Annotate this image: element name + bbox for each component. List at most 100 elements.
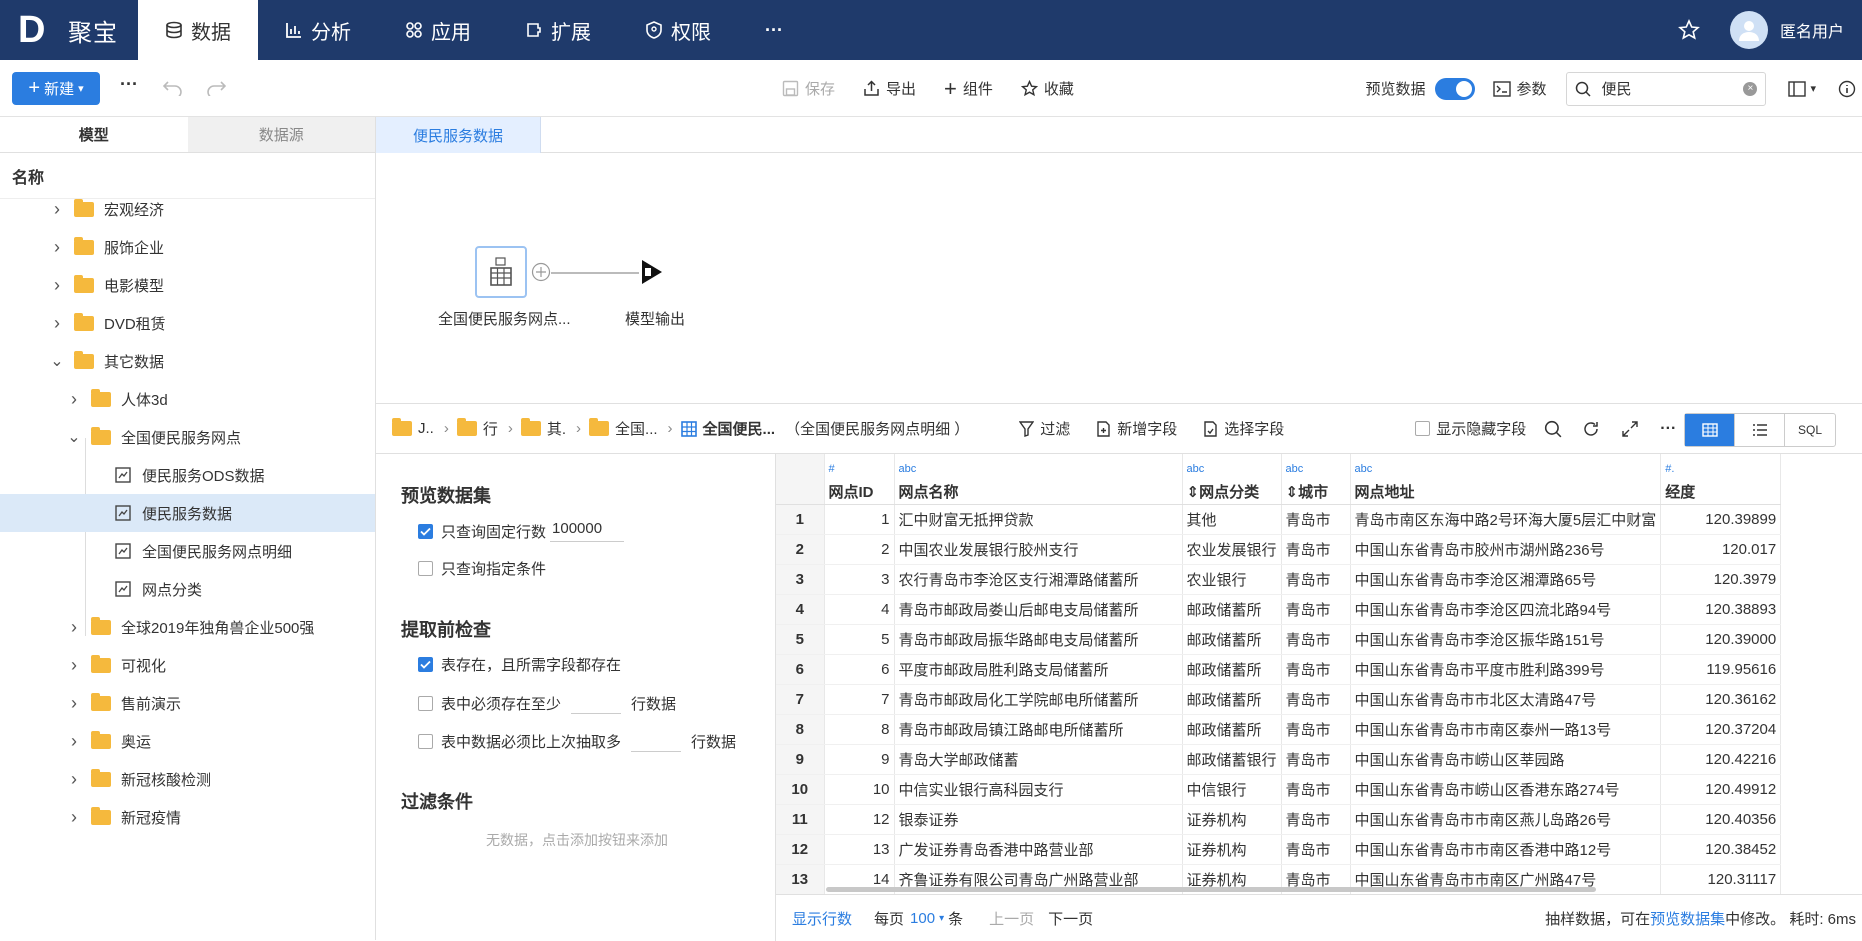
chevron-right-icon[interactable]: › xyxy=(67,655,81,675)
table-cell[interactable]: 青岛市邮政局镇江路邮电所储蓄所 xyxy=(894,714,1183,745)
table-cell[interactable]: 邮政储蓄所 xyxy=(1182,714,1282,745)
table-cell[interactable]: 青岛市 xyxy=(1281,774,1351,805)
more-actions-icon[interactable]: ··· xyxy=(120,74,138,95)
tree-node[interactable]: 网点分类 xyxy=(0,570,375,608)
table-cell[interactable]: 120.3979 xyxy=(1660,564,1782,595)
table-cell[interactable]: 7 xyxy=(824,684,895,715)
table-cell[interactable]: 8 xyxy=(824,714,895,745)
table-cell[interactable]: 12 xyxy=(824,804,895,835)
table-cell[interactable]: 青岛大学邮政储蓄 xyxy=(894,744,1183,775)
source-node[interactable] xyxy=(475,246,527,298)
table-cell[interactable]: 青岛市 xyxy=(1281,744,1351,775)
chevron-right-icon[interactable]: › xyxy=(67,389,81,409)
chevron-right-icon[interactable]: › xyxy=(67,807,81,827)
table-cell[interactable]: 120.39000 xyxy=(1660,624,1782,655)
table-cell[interactable]: 农业发展银行 xyxy=(1182,534,1282,565)
table-cell[interactable]: 青岛市邮政局娄山后邮电支局储蓄所 xyxy=(894,594,1183,625)
table-row[interactable]: 9 9 青岛大学邮政储蓄 邮政储蓄银行 青岛市 中国山东省青岛市崂山区莘园路 120.422… xyxy=(776,744,1782,775)
column-header[interactable]: # 网点ID xyxy=(824,454,895,505)
tree-node[interactable]: › 全球2019年独角兽企业500强 xyxy=(0,608,375,646)
table-cell[interactable]: 青岛市邮政局化工学院邮电所储蓄所 xyxy=(894,684,1183,715)
sort-icon[interactable]: ⇕ xyxy=(1286,484,1299,501)
table-cell[interactable]: 邮政储蓄所 xyxy=(1182,624,1282,655)
expand-icon[interactable] xyxy=(1622,420,1638,437)
grid-view-button[interactable] xyxy=(1685,414,1735,446)
info-icon[interactable] xyxy=(1838,80,1856,98)
preview-dataset-link[interactable]: 预览数据集 xyxy=(1650,908,1725,929)
add-node-icon[interactable] xyxy=(531,262,551,282)
nav-permission[interactable]: 权限 xyxy=(618,0,738,60)
tree-node[interactable]: › 宏观经济 xyxy=(0,199,375,228)
nav-extension[interactable]: 扩展 xyxy=(498,0,618,60)
table-cell[interactable]: 2 xyxy=(824,534,895,565)
table-cell[interactable]: 青岛市 xyxy=(1281,534,1351,565)
table-cell[interactable]: 中国山东省青岛市李沧区振华路151号 xyxy=(1350,624,1662,655)
more-rows-input[interactable] xyxy=(631,730,682,752)
table-cell[interactable]: 青岛市 xyxy=(1281,654,1351,685)
table-cell[interactable]: 青岛市 xyxy=(1281,504,1351,535)
table-cell[interactable]: 农行青岛市李沧区支行湘潭路储蓄所 xyxy=(894,564,1183,595)
tab-current-model[interactable]: 便民服务数据 xyxy=(376,117,541,153)
star-icon[interactable] xyxy=(1678,19,1700,41)
table-cell[interactable]: 中国山东省青岛市市北区太清路47号 xyxy=(1350,684,1662,715)
tree-node[interactable]: 便民服务ODS数据 xyxy=(0,456,375,494)
table-row[interactable]: 7 7 青岛市邮政局化工学院邮电所储蓄所 邮政储蓄所 青岛市 中国山东省青岛市市北区太清路… xyxy=(776,684,1782,715)
table-cell[interactable]: 120.40356 xyxy=(1660,804,1782,835)
table-cell[interactable]: 5 xyxy=(824,624,895,655)
table-cell[interactable]: 其他 xyxy=(1182,504,1282,535)
table-cell[interactable]: 邮政储蓄所 xyxy=(1182,684,1282,715)
redo-icon[interactable] xyxy=(206,80,226,96)
table-cell[interactable]: 120.37204 xyxy=(1660,714,1782,745)
table-cell[interactable]: 中国山东省青岛市平度市胜利路399号 xyxy=(1350,654,1662,685)
fixed-rows-checkbox[interactable] xyxy=(418,523,433,539)
table-cell[interactable]: 120.38452 xyxy=(1660,834,1782,865)
user-name[interactable]: 匿名用户 xyxy=(1780,18,1844,42)
table-cell[interactable]: 青岛市南区东海中路2号环海大厦5层汇中财富 xyxy=(1350,504,1662,535)
table-cell[interactable]: 10 xyxy=(824,774,895,805)
next-page-button[interactable]: 下一页 xyxy=(1048,908,1093,929)
more-icon[interactable]: ··· xyxy=(1660,420,1676,438)
component-button[interactable]: + 组件 xyxy=(944,76,993,102)
sort-icon[interactable]: ⇕ xyxy=(1187,484,1200,501)
table-cell[interactable]: 青岛市 xyxy=(1281,624,1351,655)
list-view-button[interactable] xyxy=(1735,414,1785,446)
undo-icon[interactable] xyxy=(163,80,183,96)
filter-empty-text[interactable]: 无数据，点击添加按钮来添加 xyxy=(486,830,668,850)
table-cell[interactable]: 农业银行 xyxy=(1182,564,1282,595)
table-cell[interactable]: 平度市邮政局胜利路支局储蓄所 xyxy=(894,654,1183,685)
chevron-right-icon[interactable]: › xyxy=(50,199,64,219)
chevron-right-icon[interactable]: › xyxy=(50,237,64,257)
preview-toggle[interactable] xyxy=(1435,77,1476,100)
table-row[interactable]: 2 2 中国农业发展银行胶州支行 农业发展银行 青岛市 中国山东省青岛市胶州市湖州路236… xyxy=(776,534,1782,565)
tree-node[interactable]: › 新冠核酸检测 xyxy=(0,760,375,798)
table-cell[interactable]: 广发证券青岛香港中路营业部 xyxy=(894,834,1183,865)
min-rows-checkbox[interactable] xyxy=(418,695,433,711)
condition-option[interactable]: 只查询指定条件 xyxy=(418,558,546,579)
table-cell[interactable]: 青岛市 xyxy=(1281,564,1351,595)
table-row[interactable]: 10 10 中信实业银行高科园支行 中信银行 青岛市 中国山东省青岛市崂山区香港东路274… xyxy=(776,774,1782,805)
table-cell[interactable]: 中国农业发展银行胶州支行 xyxy=(894,534,1183,565)
fixed-rows-input[interactable]: 100000 xyxy=(550,520,625,542)
breadcrumb-item[interactable]: J.. xyxy=(392,418,434,437)
table-exists-option[interactable]: 表存在，且所需字段都存在 xyxy=(418,654,621,675)
nav-more[interactable]: ··· xyxy=(738,0,810,60)
table-row[interactable]: 12 13 广发证券青岛香港中路营业部 证券机构 青岛市 中国山东省青岛市市南区香港中路1… xyxy=(776,834,1782,865)
refresh-icon[interactable] xyxy=(1582,420,1600,438)
tree-node[interactable]: › 奥运 xyxy=(0,722,375,760)
layout-icon[interactable] xyxy=(1788,80,1807,97)
table-row[interactable]: 4 4 青岛市邮政局娄山后邮电支局储蓄所 邮政储蓄所 青岛市 中国山东省青岛市李沧区四流北… xyxy=(776,594,1782,625)
table-cell[interactable]: 120.31117 xyxy=(1660,864,1782,894)
chevron-down-icon[interactable]: ⌄ xyxy=(67,429,81,446)
page-size-select[interactable]: 100 xyxy=(910,910,935,927)
table-cell[interactable]: 青岛市邮政局振华路邮电支局储蓄所 xyxy=(894,624,1183,655)
tree-node[interactable]: › 新冠疫情 xyxy=(0,798,375,836)
tree-node[interactable]: ⌄ 其它数据 xyxy=(0,342,375,380)
table-cell[interactable]: 中国山东省青岛市市南区香港中路12号 xyxy=(1350,834,1662,865)
table-cell[interactable]: 6 xyxy=(824,654,895,685)
table-cell[interactable]: 证券机构 xyxy=(1182,834,1282,865)
clear-icon[interactable]: × xyxy=(1743,81,1758,96)
chevron-right-icon[interactable]: › xyxy=(50,313,64,333)
column-header[interactable]: abc ⇕城市 xyxy=(1281,454,1351,505)
nav-apps[interactable]: 应用 xyxy=(378,0,498,60)
table-cell[interactable]: 汇中财富无抵押贷款 xyxy=(894,504,1183,535)
